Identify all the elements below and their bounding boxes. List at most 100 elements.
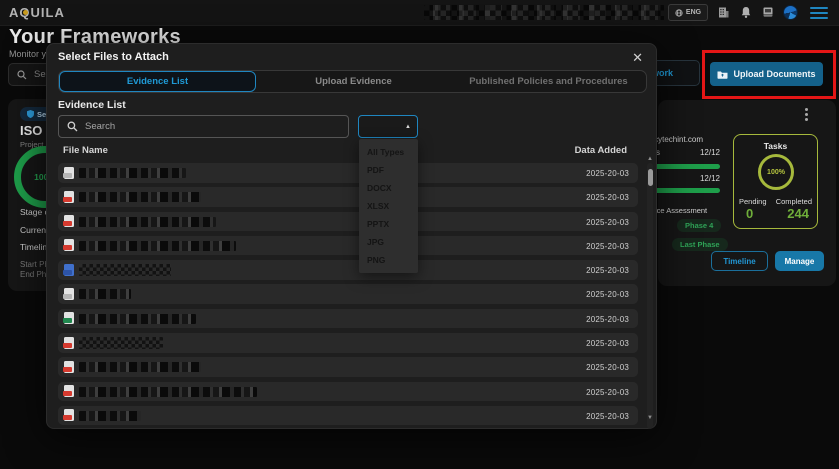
- manage-button[interactable]: Manage: [775, 251, 824, 271]
- scrollbar-thumb[interactable]: [648, 169, 653, 186]
- file-row[interactable]: 2025-20-03: [58, 309, 638, 329]
- file-type-icon: [64, 215, 74, 227]
- building-icon: [717, 6, 730, 19]
- file-type-icon: [64, 385, 74, 397]
- book-icon: [762, 6, 774, 19]
- bell-icon: [740, 6, 752, 19]
- search-icon: [17, 70, 27, 80]
- redacted-file-name: [79, 314, 196, 324]
- file-date: 2025-20-03: [586, 242, 629, 251]
- logo-gold-dot: [23, 10, 28, 15]
- file-row[interactable]: 2025-20-03: [58, 212, 638, 232]
- redacted-file-name: [79, 168, 186, 178]
- pending-value: 0: [746, 206, 753, 221]
- completed-value: 244: [787, 206, 809, 221]
- select-files-modal: Select Files to Attach ✕ Evidence List U…: [46, 43, 657, 429]
- file-date: 2025-20-03: [586, 290, 629, 299]
- column-header-date-added: Data Added: [575, 145, 627, 156]
- redacted-file-name: [79, 217, 216, 227]
- evidence-file-list: 2025-20-03 2025-20-03 2025-20-03 2025-20…: [58, 163, 638, 430]
- redacted-file-name: [79, 337, 163, 349]
- user-avatar[interactable]: [783, 5, 798, 20]
- chevron-up-icon: ▲: [405, 124, 411, 130]
- search-icon: [67, 121, 78, 132]
- redacted-account-info: [424, 5, 664, 20]
- file-type-icon: [64, 264, 74, 276]
- dropdown-option[interactable]: PDF: [359, 161, 418, 179]
- redacted-file-name: [79, 192, 201, 202]
- file-date: 2025-20-03: [586, 193, 629, 202]
- file-row[interactable]: 2025-20-03: [58, 333, 638, 353]
- redacted-file-name: [79, 264, 171, 276]
- scroll-up-arrow[interactable]: ▲: [647, 156, 653, 162]
- scrollbar-track[interactable]: [647, 163, 653, 429]
- tab-published-policies[interactable]: Published Policies and Procedures: [451, 71, 646, 92]
- tasks-panel: Tasks 100% Pending Completed 0 244: [733, 134, 818, 229]
- tasks-progress-ring: 100%: [758, 154, 794, 190]
- file-type-select[interactable]: ▲: [358, 115, 418, 138]
- redacted-file-name: [79, 387, 257, 397]
- tab-evidence-list[interactable]: Evidence List: [59, 71, 256, 92]
- redacted-file-name: [79, 411, 141, 421]
- card-menu-button[interactable]: [805, 108, 808, 123]
- file-date: 2025-20-03: [586, 339, 629, 348]
- dropdown-option[interactable]: DOCX: [359, 179, 418, 197]
- file-row[interactable]: 2025-20-03: [58, 187, 638, 207]
- phase-badge: Phase 4: [677, 219, 721, 232]
- framework-detail-card: @cytechint.com s 12/12 12/12 Compliance …: [658, 100, 836, 286]
- file-row[interactable]: 2025-20-03: [58, 406, 638, 426]
- aquila-logo: AQUILA: [9, 5, 65, 20]
- evidence-search-input[interactable]: Search: [58, 115, 349, 138]
- file-type-icon: [64, 312, 74, 324]
- file-row[interactable]: 2025-20-03: [58, 284, 638, 304]
- file-date: 2025-20-03: [586, 412, 629, 421]
- globe-icon: [675, 9, 683, 17]
- redacted-file-name: [79, 362, 201, 372]
- shield-icon: [27, 110, 34, 118]
- dropdown-option[interactable]: XLSX: [359, 197, 418, 215]
- file-type-icon: [64, 361, 74, 373]
- search-placeholder: Search: [85, 121, 115, 132]
- menu-toggle[interactable]: [810, 7, 828, 19]
- language-selector[interactable]: ENG: [668, 4, 708, 21]
- file-date: 2025-20-03: [586, 266, 629, 275]
- file-date: 2025-20-03: [586, 388, 629, 397]
- file-type-dropdown-menu: All TypesPDFDOCXXLSXPPTXJPGPNG: [359, 139, 418, 273]
- top-bar: AQUILA ENG: [0, 0, 839, 26]
- library-button[interactable]: [760, 5, 775, 20]
- scroll-down-arrow[interactable]: ▼: [647, 415, 653, 421]
- file-date: 2025-20-03: [586, 218, 629, 227]
- file-type-icon: [64, 409, 74, 421]
- progress-row2-value: 12/12: [686, 174, 720, 183]
- modal-title: Select Files to Attach: [58, 51, 169, 63]
- column-header-file-name: File Name: [63, 145, 108, 156]
- file-row[interactable]: 2025-20-03: [58, 163, 638, 183]
- tasks-title: Tasks: [734, 141, 817, 151]
- dropdown-option[interactable]: PPTX: [359, 215, 418, 233]
- progress-row1-value: 12/12: [686, 148, 720, 157]
- file-date: 2025-20-03: [586, 363, 629, 372]
- file-row[interactable]: 2025-20-03: [58, 382, 638, 402]
- file-row[interactable]: 2025-20-03: [58, 236, 638, 256]
- close-icon[interactable]: ✕: [632, 50, 643, 66]
- file-date: 2025-20-03: [586, 169, 629, 178]
- notifications-button[interactable]: [738, 5, 753, 20]
- dropdown-option[interactable]: JPG: [359, 233, 418, 251]
- redacted-file-name: [79, 289, 131, 299]
- page-subtitle: Monitor y: [9, 49, 46, 59]
- organization-button[interactable]: [716, 5, 731, 20]
- file-row[interactable]: 2025-20-03: [58, 260, 638, 280]
- file-date: 2025-20-03: [586, 315, 629, 324]
- redacted-file-name: [79, 241, 236, 251]
- evidence-list-heading: Evidence List: [58, 99, 126, 111]
- file-row[interactable]: 2025-20-03: [58, 357, 638, 377]
- timeline-button[interactable]: Timeline: [711, 251, 768, 271]
- file-type-icon: [64, 288, 74, 300]
- language-label: ENG: [686, 9, 701, 16]
- progress-bar-1: [654, 164, 720, 169]
- dropdown-option[interactable]: All Types: [359, 143, 418, 161]
- completed-label: Completed: [776, 197, 812, 206]
- dropdown-option[interactable]: PNG: [359, 251, 418, 269]
- tab-upload-evidence[interactable]: Upload Evidence: [256, 71, 451, 92]
- pending-label: Pending: [739, 197, 767, 206]
